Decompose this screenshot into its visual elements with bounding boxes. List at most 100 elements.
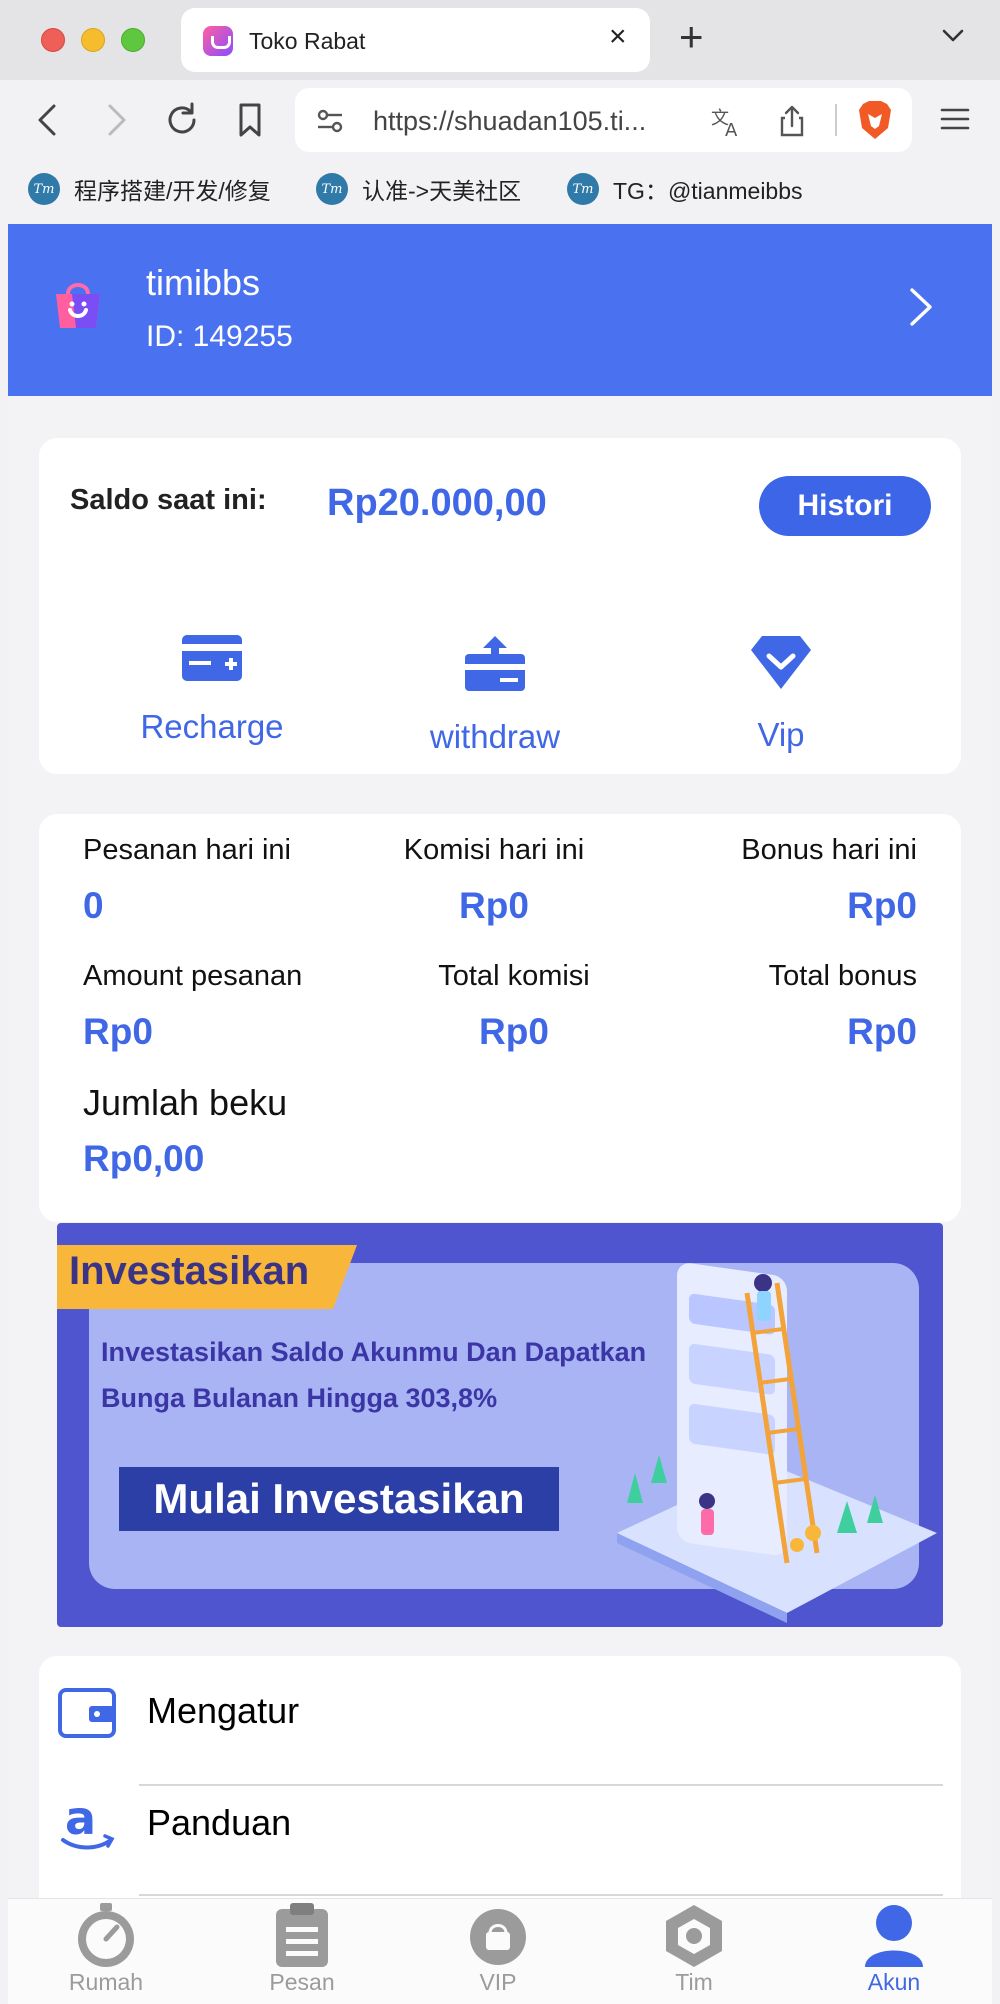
balance-value: Rp20.000,00 — [327, 482, 547, 524]
shopping-bag-logo-icon — [50, 276, 106, 332]
stat-label: Jumlah beku — [83, 1082, 288, 1123]
bookmark-icon[interactable] — [230, 100, 270, 140]
share-icon[interactable] — [775, 104, 809, 138]
browser-tab[interactable]: Toko Rabat × — [181, 8, 650, 72]
investment-banner[interactable]: Investasikan Investasikan Saldo Akunmu D… — [57, 1223, 943, 1627]
bookmark-label: 程序搭建/开发/修复 — [74, 178, 271, 204]
stat-total-commission: Total komisi Rp0 — [399, 960, 629, 1053]
amazon-logo-icon: a — [57, 1791, 117, 1854]
hamburger-menu-icon[interactable] — [940, 106, 970, 137]
tm-logo-icon: Tm — [567, 173, 599, 205]
banner-headline: Investasikan Saldo Akunmu Dan Dapatkan — [101, 1337, 647, 1367]
bottom-navigation: Rumah Pesan VIP Tim Akun — [8, 1898, 992, 2004]
browser-toolbar: https://shuadan105.ti... 文A — [0, 80, 1000, 162]
nav-item-team[interactable]: Tim — [596, 1899, 792, 1996]
stat-label: Komisi hari ini — [403, 834, 585, 866]
credit-card-add-icon — [182, 635, 242, 681]
profile-header[interactable]: timibbs ID: 149255 — [8, 224, 992, 396]
start-investing-button[interactable]: Mulai Investasikan — [119, 1467, 559, 1531]
bookmark-label: TG：@tianmeibbs — [613, 178, 803, 204]
stat-orders-today: Pesanan hari ini 0 — [83, 834, 291, 927]
address-bar[interactable]: https://shuadan105.ti... 文A — [295, 88, 912, 152]
tm-logo-icon: Tm — [28, 173, 60, 205]
withdraw-card-icon — [465, 636, 525, 691]
username: timibbs — [146, 262, 261, 303]
shopping-bag-icon — [203, 26, 233, 56]
stat-value: Rp0 — [459, 885, 529, 926]
brave-shield-icon[interactable] — [857, 100, 893, 140]
bookmark-item[interactable]: Tm TG：@tianmeibbs — [567, 172, 803, 206]
stat-value: Rp0 — [479, 1011, 549, 1052]
investment-illustration — [617, 1263, 937, 1623]
menu-item-guide[interactable]: a Panduan — [39, 1768, 961, 1878]
stat-label: Total bonus — [768, 960, 917, 992]
balance-label: Saldo saat ini: — [70, 484, 267, 516]
maximize-window-button[interactable] — [121, 28, 145, 52]
vip-action[interactable]: Vip — [671, 634, 891, 754]
shopping-bag-icon — [470, 1909, 526, 1965]
stat-value: 0 — [83, 885, 104, 926]
close-window-button[interactable] — [41, 28, 65, 52]
stat-label: Pesanan hari ini — [83, 834, 291, 866]
close-icon[interactable]: × — [609, 22, 627, 52]
stat-value: Rp0 — [83, 1011, 153, 1052]
page-content: timibbs ID: 149255 Saldo saat ini: Rp20.… — [8, 224, 992, 1900]
menu-label: Mengatur — [147, 1690, 300, 1731]
recharge-label: Recharge — [140, 708, 284, 745]
browser-tab-bar: Toko Rabat × + — [0, 0, 1000, 80]
nav-item-home[interactable]: Rumah — [8, 1899, 204, 1996]
nav-item-orders[interactable]: Pesan — [204, 1899, 400, 1996]
url-text: https://shuadan105.ti... — [373, 106, 647, 136]
nav-item-account[interactable]: Akun — [796, 1899, 992, 1996]
withdraw-label: withdraw — [429, 718, 561, 755]
nav-label: Tim — [675, 1969, 713, 1995]
withdraw-action[interactable]: withdraw — [385, 634, 605, 756]
recharge-action[interactable]: Recharge — [102, 634, 322, 746]
nav-item-vip[interactable]: VIP — [400, 1899, 596, 1996]
bookmark-item[interactable]: Tm 认准->天美社区 — [316, 172, 521, 206]
user-icon — [865, 1905, 923, 1967]
user-id: ID: 149255 — [146, 320, 293, 353]
stat-label: Total komisi — [438, 960, 590, 992]
tm-logo-icon: Tm — [316, 173, 348, 205]
minimize-window-button[interactable] — [81, 28, 105, 52]
bookmark-item[interactable]: Tm 程序搭建/开发/修复 — [28, 172, 271, 206]
menu-divider — [139, 1894, 943, 1896]
hexagon-gear-icon — [666, 1905, 722, 1967]
translate-icon[interactable]: 文A — [709, 104, 743, 141]
stat-frozen-amount: Jumlah beku Rp0,00 — [83, 1082, 287, 1180]
tab-title: Toko Rabat — [249, 28, 366, 54]
menu-item-settings[interactable]: Mengatur — [39, 1656, 961, 1766]
stat-order-amount: Amount pesanan Rp0 — [83, 960, 302, 1053]
bookmarks-bar: Tm 程序搭建/开发/修复 Tm 认准->天美社区 Tm TG：@tianmei… — [0, 162, 1000, 224]
wallet-icon — [57, 1682, 117, 1742]
stat-total-bonus: Total bonus Rp0 — [679, 960, 917, 1053]
svg-text:A: A — [725, 120, 738, 138]
banner-subheadline: Bunga Bulanan Hingga 303,8% — [101, 1383, 498, 1413]
banner-ribbon-text: Investasikan — [69, 1249, 310, 1293]
diamond-icon — [751, 636, 811, 689]
site-settings-icon[interactable] — [313, 104, 347, 138]
toolbar-divider — [835, 104, 837, 136]
tab-list-chevron-icon[interactable] — [940, 22, 966, 53]
clipboard-icon — [276, 1903, 328, 1967]
stopwatch-icon — [78, 1903, 134, 1967]
forward-arrow-icon[interactable] — [96, 100, 136, 140]
nav-label: VIP — [479, 1969, 517, 1995]
chevron-right-icon[interactable] — [906, 282, 936, 337]
svg-text:a: a — [65, 1794, 96, 1845]
bookmark-label: 认准->天美社区 — [362, 178, 522, 204]
nav-label: Rumah — [68, 1969, 144, 1995]
stat-value: Rp0 — [847, 1011, 917, 1052]
new-tab-button[interactable]: + — [679, 16, 704, 58]
reload-icon[interactable] — [162, 100, 202, 140]
back-arrow-icon[interactable] — [28, 100, 68, 140]
history-button[interactable]: Histori — [759, 476, 931, 536]
stat-bonus-today: Bonus hari ini Rp0 — [679, 834, 917, 927]
stat-commission-today: Komisi hari ini Rp0 — [379, 834, 609, 927]
menu-card: Mengatur a Panduan — [39, 1656, 961, 1900]
stat-label: Bonus hari ini — [741, 834, 917, 866]
stat-value: Rp0 — [847, 885, 917, 926]
vip-label: Vip — [757, 716, 805, 753]
stat-value: Rp0,00 — [83, 1138, 205, 1179]
